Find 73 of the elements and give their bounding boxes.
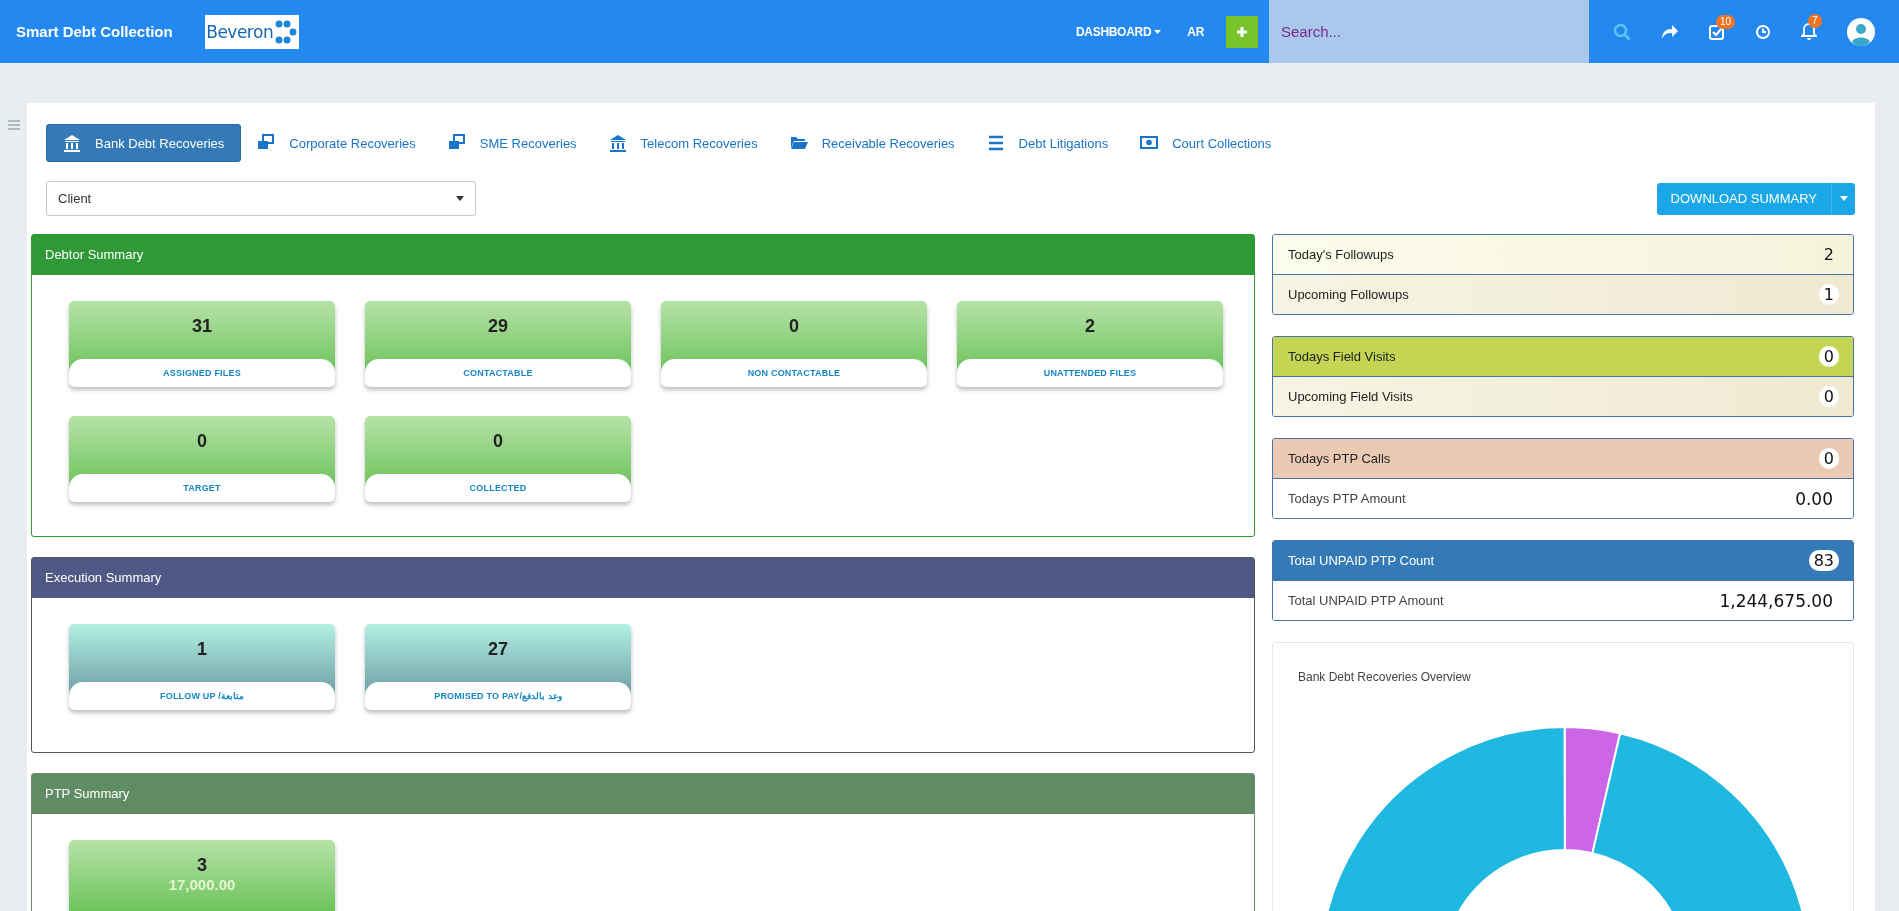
folder-icon (789, 134, 808, 152)
stat-label: PROMISED TO PAY/وعد بالدفع (365, 682, 631, 710)
counter-value: 1 (1818, 284, 1839, 305)
search-field[interactable]: Search... (1269, 0, 1589, 63)
tab[interactable]: Debt Litigations (970, 124, 1125, 162)
count-badge: 7 (1808, 14, 1822, 28)
counter-label: Todays PTP Calls (1288, 451, 1391, 466)
stat-value: 0 (789, 316, 799, 337)
nav-link[interactable]: DASHBOARD (1075, 24, 1162, 39)
panel-header: Execution Summary (32, 558, 1254, 598)
counter-value: 83 (1808, 550, 1839, 571)
panel-header: PTP Summary (32, 774, 1254, 814)
counter-label: Today's Followups (1288, 247, 1394, 262)
stat-value: 0 (493, 431, 503, 452)
download-summary-button[interactable]: DOWNLOAD SUMMARY (1656, 182, 1831, 215)
stat-label: TARGET (69, 474, 335, 502)
stat-value: 3 (197, 855, 207, 876)
app-title: Smart Debt Collection (15, 23, 173, 40)
stat-value: 27 (488, 639, 508, 660)
counter-label: Upcoming Followups (1288, 287, 1409, 302)
nav-link[interactable]: AR (1187, 24, 1204, 39)
stat-label: UNATTENDED FILES (957, 359, 1223, 387)
counter-label: Upcoming Field Visits (1288, 389, 1413, 404)
tab[interactable]: Court Collections (1124, 124, 1288, 162)
caret-icon (1839, 196, 1848, 201)
panel-header: Debtor Summary (32, 235, 1254, 275)
counter-value: 0 (1818, 346, 1839, 367)
tab[interactable]: Bank Debt Recoveries (46, 124, 242, 162)
banknote-icon (1140, 134, 1159, 152)
bank-icon (608, 134, 627, 152)
caret-icon (1154, 29, 1162, 34)
counter-label: Todays Field Visits (1288, 349, 1396, 364)
share-icon[interactable] (1661, 23, 1679, 40)
dots-icon (275, 18, 298, 45)
chart-title: Bank Debt Recoveries Overview (1297, 669, 1472, 684)
counter-value: 0 (1818, 386, 1839, 407)
counter-value: 0 (1818, 448, 1839, 469)
counter-value: 1,244,675.00 (1719, 590, 1834, 611)
stat-amount: 17,000.00 (168, 876, 236, 893)
stat-label: CONTACTABLE (365, 359, 631, 387)
client-select[interactable]: Client (46, 181, 476, 216)
counter-label: Todays PTP Amount (1288, 491, 1406, 506)
stat-value: 29 (488, 316, 508, 337)
counter-value: 2 (1822, 244, 1835, 265)
logo-text: Beveron (206, 21, 274, 42)
counter-label: Total UNPAID PTP Amount (1288, 593, 1444, 608)
tab[interactable]: Receivable Recoveries (773, 124, 971, 162)
stat-label: COLLECTED (365, 474, 631, 502)
avatar-icon[interactable] (1847, 17, 1875, 46)
caret-icon (456, 196, 464, 201)
clock-icon[interactable] (1755, 23, 1771, 40)
stat-label: ASSIGNED FILES (69, 359, 335, 387)
checklist-icon[interactable] (1709, 23, 1725, 40)
stat-value: 2 (1085, 316, 1095, 337)
select-value: Client (58, 191, 92, 206)
windows-icon (257, 134, 276, 152)
count-badge: 10 (1716, 14, 1736, 29)
dropdown-toggle[interactable] (1831, 182, 1855, 215)
stat-label: FOLLOW UP /متابعة (69, 682, 335, 710)
plus-button[interactable] (1226, 15, 1258, 48)
windows-icon (447, 134, 466, 152)
counter-value: 0.00 (1795, 488, 1834, 509)
tab[interactable]: Telecom Recoveries (592, 124, 774, 162)
stat-label: NON CONTACTABLE (661, 359, 927, 387)
bank-icon (63, 134, 81, 152)
stat-value: 1 (197, 639, 207, 660)
tab[interactable]: Corporate Recoveries (241, 124, 432, 162)
counter-label: Total UNPAID PTP Count (1288, 553, 1435, 568)
stat-value: 31 (192, 316, 212, 337)
stat-value: 0 (197, 431, 207, 452)
tab[interactable]: SME Recoveries (431, 124, 593, 162)
list-icon (986, 134, 1005, 152)
bell-icon[interactable] (1801, 23, 1817, 40)
